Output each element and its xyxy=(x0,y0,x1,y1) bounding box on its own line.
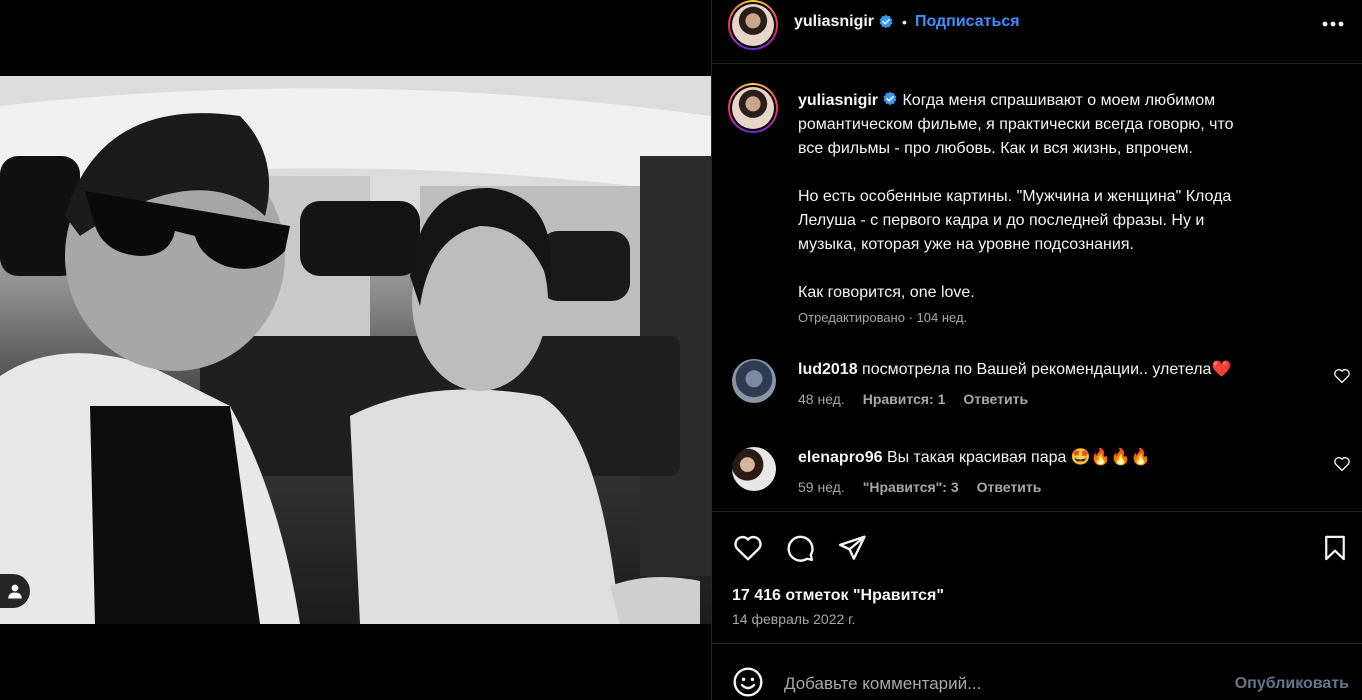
reply-button[interactable]: Ответить xyxy=(963,391,1028,407)
comments-section[interactable]: yuliasnigir Когда меня спрашивают о моем… xyxy=(712,65,1362,511)
comment-body: посмотрела по Вашей рекомендации.. улете… xyxy=(862,361,1212,378)
comment-input[interactable] xyxy=(784,672,1204,696)
add-comment-bar: Опубликовать xyxy=(712,643,1362,700)
caption-line: романтическом фильме, я практически всег… xyxy=(798,116,1234,133)
post-actions: 17 416 отметок "Нравится" 14 февраль 202… xyxy=(712,511,1362,643)
commenter-avatar[interactable] xyxy=(732,447,776,491)
author-username[interactable]: yuliasnigir xyxy=(794,13,874,31)
post-caption: yuliasnigir Когда меня спрашивают о моем… xyxy=(798,89,1318,305)
separator-dot: • xyxy=(902,14,907,30)
post-header: yuliasnigir • Подписаться xyxy=(712,0,1362,64)
heart-icon xyxy=(734,535,762,561)
comment-emoji: 🤩🔥🔥🔥 xyxy=(1070,449,1151,466)
comment-item: elenapro96 Вы такая красивая пара 🤩🔥🔥🔥 5… xyxy=(712,447,1362,511)
save-button[interactable] xyxy=(1319,532,1351,564)
comment-likes[interactable]: Нравится: 1 xyxy=(863,391,946,407)
caption-meta: Отредактировано · 104 нед. xyxy=(798,310,968,325)
comment-text: lud2018 посмотрела по Вашей рекомендации… xyxy=(798,359,1318,381)
share-button[interactable] xyxy=(836,532,868,564)
more-options-button[interactable] xyxy=(1321,14,1345,34)
more-horizontal-icon xyxy=(1322,21,1344,27)
caption-username[interactable]: yuliasnigir xyxy=(798,92,878,109)
smiley-icon[interactable] xyxy=(732,666,764,698)
comment-likes[interactable]: "Нравится": 3 xyxy=(863,479,959,495)
header-user: yuliasnigir • Подписаться xyxy=(794,13,1020,31)
caption-line: Но есть особенные картины. "Мужчина и же… xyxy=(798,188,1232,205)
verified-badge-icon xyxy=(883,91,897,106)
verified-badge-icon xyxy=(879,14,893,29)
paper-plane-icon xyxy=(838,535,866,560)
comment-emoji: ❤️ xyxy=(1211,361,1232,378)
comment-item: lud2018 посмотрела по Вашей рекомендации… xyxy=(712,359,1362,429)
comment-icon xyxy=(787,535,814,562)
caption-line: Когда меня спрашивают о моем любимом xyxy=(902,92,1216,109)
comment-like-heart-icon[interactable] xyxy=(1333,367,1351,385)
like-button[interactable] xyxy=(732,532,764,564)
bookmark-icon xyxy=(1325,535,1345,561)
comment-button[interactable] xyxy=(784,532,816,564)
comment-meta: 59 нед. "Нравится": 3 Ответить xyxy=(798,479,1041,495)
comment-meta: 48 нед. Нравится: 1 Ответить xyxy=(798,391,1028,407)
caption-line: все фильмы - про любовь. Как и вся жизнь… xyxy=(798,140,1193,157)
post-media xyxy=(0,0,711,700)
user-icon xyxy=(8,584,22,599)
reply-button[interactable]: Ответить xyxy=(977,479,1042,495)
comment-age[interactable]: 59 нед. xyxy=(798,479,845,495)
caption-author-avatar[interactable] xyxy=(728,83,778,133)
post-sidebar: yuliasnigir • Подписаться yuliasnigir Ко… xyxy=(711,0,1362,700)
caption-line: Лелуша - с первого кадра и до последней … xyxy=(798,212,1205,229)
likes-count[interactable]: 17 416 отметок "Нравится" xyxy=(732,587,944,605)
post-date[interactable]: 14 февраль 2022 г. xyxy=(732,611,855,627)
comment-like-heart-icon[interactable] xyxy=(1333,455,1351,473)
comment-body: Вы такая красивая пара xyxy=(886,449,1067,466)
comment-age[interactable]: 48 нед. xyxy=(798,391,845,407)
caption-line: Как говорится, one love. xyxy=(798,284,975,301)
author-avatar[interactable] xyxy=(728,0,778,50)
commenter-username[interactable]: elenapro96 xyxy=(798,449,882,466)
caption-line: музыка, которая уже на уровне подсознани… xyxy=(798,236,1134,253)
commenter-avatar[interactable] xyxy=(732,359,776,403)
follow-button[interactable]: Подписаться xyxy=(915,13,1020,31)
publish-button[interactable]: Опубликовать xyxy=(1235,675,1349,693)
commenter-username[interactable]: lud2018 xyxy=(798,361,858,378)
photo-illustration xyxy=(0,76,711,624)
post-photo[interactable] xyxy=(0,76,711,624)
comment-text: elenapro96 Вы такая красивая пара 🤩🔥🔥🔥 xyxy=(798,447,1318,469)
